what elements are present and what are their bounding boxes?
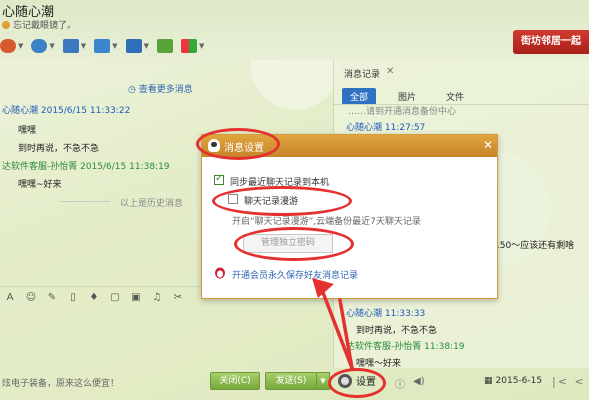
add-group-icon <box>156 39 173 53</box>
chevron-down-icon: ▼ <box>320 377 326 385</box>
music-icon[interactable]: ♫ <box>151 292 163 304</box>
status-icon <box>2 20 10 29</box>
chevron-down-icon: ▼ <box>143 42 149 50</box>
history-sender: 达软件客服-孙怡箐 11:38:19 <box>346 342 465 352</box>
monitor-icon <box>62 39 79 53</box>
status-line: 忘记戴眼镜了。 <box>2 18 76 31</box>
chat-header: 心随心潮 忘记戴眼镜了。 ▼ ▼ ▼ ▼ ▼ ▼ 街坊邻居一起 <box>0 0 589 60</box>
message-sender: 心随心潮 2015/6/15 11:33:22 <box>2 106 131 116</box>
clock-icon: ◷ <box>128 85 139 95</box>
message-sender: 达软件客服-孙怡箐 2015/6/15 11:38:19 <box>2 162 170 172</box>
microphone-icon[interactable]: ♦ <box>88 292 100 304</box>
chat-window: 心随心潮 忘记戴眼镜了。 ▼ ▼ ▼ ▼ ▼ ▼ 街坊邻居一起 ◷ 查看更多消息… <box>0 0 589 400</box>
share-screen-button[interactable]: ▼ <box>125 37 149 55</box>
apps-button[interactable]: ▼ <box>180 37 205 55</box>
annotation-ring-title <box>196 128 280 160</box>
ad-banner[interactable]: 街坊邻居一起 <box>513 30 589 54</box>
history-text: 150～应该还有剩啥 <box>494 241 575 251</box>
date-label: 2015-6-15 <box>495 376 543 386</box>
sync-checkbox[interactable] <box>214 173 224 185</box>
vip-penguin-icon <box>214 267 226 279</box>
annotation-ring-settings <box>328 368 386 398</box>
history-text: 嘿嘿～好来 <box>356 359 402 369</box>
bottom-bar: 炫电子装备，原来这么便宜！ 关闭(C) 发送(S) ▼ 设置 ⓘ ◀) ▦ 20… <box>0 368 589 400</box>
history-panel-title: 消息记录 <box>344 70 381 80</box>
message-text: 嘿嘿~好来 <box>18 180 62 190</box>
send-file-button[interactable]: ▼ <box>94 37 118 55</box>
tab-images[interactable]: 图片 <box>390 88 424 105</box>
tab-all[interactable]: 全部 <box>342 88 377 105</box>
magic-icon[interactable]: ✎ <box>46 292 58 304</box>
history-text: ……请到开通消息备份中心 <box>348 107 457 117</box>
history-sender: 心随心潮 11:33:33 <box>346 309 426 319</box>
history-sender: 心随心潮 11:27:57 <box>346 123 426 133</box>
font-icon[interactable]: A <box>4 292 16 304</box>
chevron-down-icon: ▼ <box>198 42 205 50</box>
annotation-ring-password <box>234 227 354 261</box>
history-text: 到时再说，不急不急 <box>356 326 438 336</box>
send-button[interactable]: 发送(S) <box>265 372 317 390</box>
shake-icon[interactable]: ▯ <box>67 292 79 304</box>
calendar-icon: ▦ <box>484 376 493 386</box>
more-messages-label: 查看更多消息 <box>138 85 193 95</box>
more-messages-link[interactable]: ◷ 查看更多消息 <box>128 82 193 95</box>
info-icon[interactable]: ⓘ <box>395 376 405 391</box>
screen-icon <box>125 39 142 53</box>
prev-page-icon[interactable]: < <box>574 375 585 388</box>
chevron-down-icon: ▼ <box>18 42 24 50</box>
first-page-icon[interactable]: |< <box>552 375 569 388</box>
image-icon[interactable]: ▣ <box>130 292 142 304</box>
message-text: 嘿嘿 <box>18 126 37 136</box>
file-icon[interactable]: ▢ <box>109 292 121 304</box>
emoji-icon[interactable]: ☺ <box>25 292 37 304</box>
history-tabs: 全部 图片 文件 <box>342 88 486 105</box>
create-group-button[interactable] <box>156 37 173 55</box>
apps-grid-icon <box>180 39 197 53</box>
voice-call-button[interactable]: ▼ <box>0 37 23 55</box>
vip-upgrade-link[interactable]: 开通会员永久保存好友消息记录 <box>232 268 358 281</box>
close-icon[interactable]: ✕ <box>483 138 493 152</box>
video-call-button[interactable]: ▼ <box>31 37 55 55</box>
status-text: 忘记戴眼镜了。 <box>13 21 77 31</box>
annotation-ring-sync <box>212 186 352 216</box>
chevron-down-icon: ▼ <box>49 42 55 50</box>
chevron-down-icon: ▼ <box>112 42 118 50</box>
camera-icon <box>31 39 48 53</box>
chat-toolbar: ▼ ▼ ▼ ▼ ▼ ▼ <box>0 36 212 56</box>
scissors-icon[interactable]: ✂ <box>172 292 184 304</box>
date-selector[interactable]: ▦ 2015-6-15 <box>484 376 542 386</box>
chevron-down-icon: ▼ <box>80 42 87 50</box>
close-button[interactable]: 关闭(C) <box>210 372 260 390</box>
phone-icon <box>0 39 16 53</box>
page-nav: |< < <box>552 375 586 388</box>
speaker-icon[interactable]: ◀) <box>413 376 425 391</box>
message-text: 到时再说，不急不急 <box>18 144 100 154</box>
remote-desktop-button[interactable]: ▼ <box>62 37 87 55</box>
folder-icon <box>94 39 111 53</box>
promo-text[interactable]: 炫电子装备，原来这么便宜！ <box>2 376 119 389</box>
tab-files[interactable]: 文件 <box>438 88 472 105</box>
panel-icons: ⓘ ◀) <box>395 376 425 391</box>
close-icon[interactable]: ✕ <box>386 66 394 77</box>
roaming-hint: 开启“聊天记录漫游”,云端备份最近7天聊天记录 <box>232 217 421 227</box>
